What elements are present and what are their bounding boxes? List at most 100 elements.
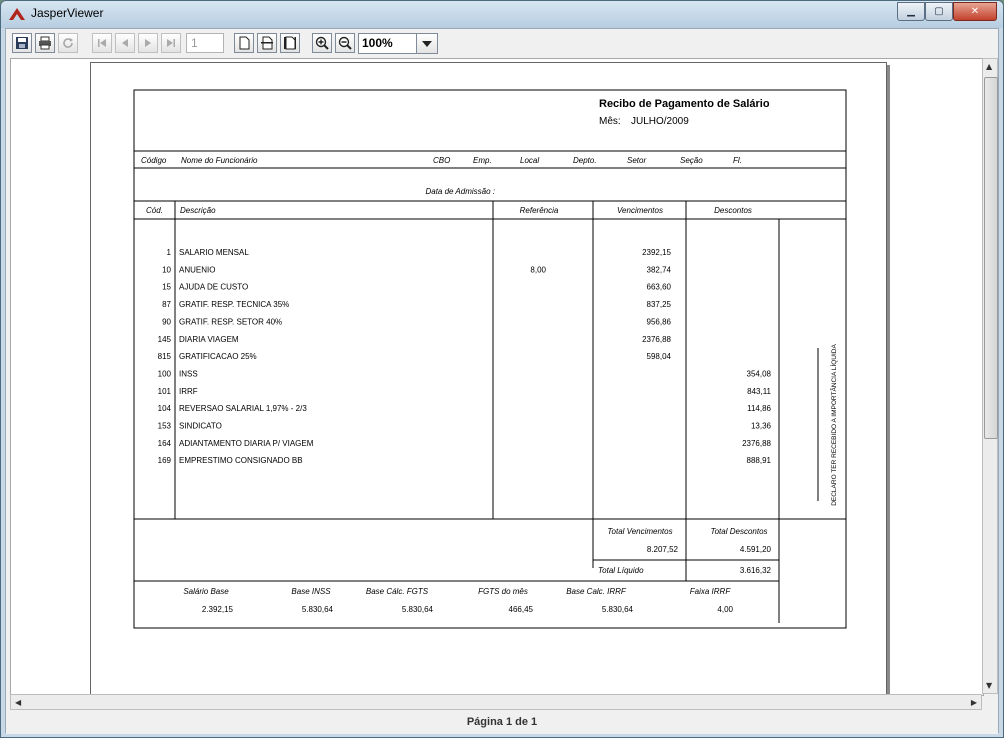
vertical-scroll-thumb[interactable] xyxy=(984,77,998,439)
employee-header-3: Emp. xyxy=(473,156,492,165)
maximize-button[interactable]: ▢ xyxy=(925,2,953,21)
next-page-button[interactable] xyxy=(138,33,158,53)
net-value: 3.616,32 xyxy=(740,566,772,575)
item-deduction: 13,36 xyxy=(751,422,772,431)
last-page-icon xyxy=(167,39,175,47)
item-code: 90 xyxy=(162,317,171,326)
item-deduction: 354,08 xyxy=(747,369,772,378)
header-deductions: Descontos xyxy=(714,206,752,215)
scroll-left-icon[interactable]: ◀ xyxy=(15,698,21,707)
fit-width-icon xyxy=(261,36,273,50)
zoom-value: 100% xyxy=(362,36,393,50)
month-value: JULHO/2009 xyxy=(631,116,689,127)
employee-header-8: Fl. xyxy=(733,156,742,165)
item-code: 87 xyxy=(162,300,171,309)
reload-icon xyxy=(63,38,73,48)
item-description: ANUENIO xyxy=(179,265,215,274)
base-label: Salário Base xyxy=(183,587,229,596)
item-description: SINDICATO xyxy=(179,422,222,431)
zoom-out-button[interactable] xyxy=(335,33,355,53)
item-deduction: 843,11 xyxy=(747,387,771,396)
employee-header-5: Depto. xyxy=(573,156,597,165)
total-earnings-value: 8.207,52 xyxy=(647,545,679,554)
fit-page-button[interactable] xyxy=(280,33,300,53)
scroll-up-icon[interactable]: ▲ xyxy=(986,62,992,71)
header-code: Cód. xyxy=(146,206,163,215)
zoom-select[interactable]: 100% xyxy=(358,33,438,54)
report-page: Recibo de Pagamento de Salário Mês: JULHO/… xyxy=(90,62,887,695)
item-code: 169 xyxy=(158,456,172,465)
item-code: 145 xyxy=(158,335,172,344)
actual-size-button[interactable] xyxy=(234,33,254,53)
zoom-dropdown-button[interactable] xyxy=(416,34,437,53)
previous-page-button[interactable] xyxy=(115,33,135,53)
first-page-button[interactable] xyxy=(92,33,112,53)
item-code: 101 xyxy=(158,387,172,396)
base-label: Base Cálc. FGTS xyxy=(366,587,429,596)
scroll-down-icon[interactable]: ▼ xyxy=(986,681,992,690)
item-code: 10 xyxy=(162,265,171,274)
save-icon xyxy=(16,37,28,49)
item-description: GRATIFICACAO 25% xyxy=(179,352,257,361)
minimize-button[interactable]: ▁ xyxy=(897,2,925,21)
printer-icon xyxy=(39,36,51,50)
base-value: 466,45 xyxy=(509,605,534,614)
item-code: 104 xyxy=(158,404,172,413)
item-description: DIARIA VIAGEM xyxy=(179,335,239,344)
page-icon xyxy=(239,36,250,50)
item-earning: 663,60 xyxy=(647,283,672,292)
month-label: Mês: xyxy=(599,116,621,127)
page-indicator: Página 1 de 1 xyxy=(466,716,538,728)
jasper-viewer-window: JasperViewer ▁ ▢ ✕ 1 100% Recibo de Paga… xyxy=(0,0,1004,738)
employee-header-0: Código xyxy=(141,156,167,165)
item-description: GRATIF. RESP. TECNICA 35% xyxy=(179,300,289,309)
item-code: 153 xyxy=(158,422,172,431)
zoom-out-icon xyxy=(338,36,352,50)
base-label: FGTS do mês xyxy=(478,587,528,596)
reload-button[interactable] xyxy=(58,33,78,53)
base-value: 5.830,64 xyxy=(402,605,434,614)
base-value: 5.830,64 xyxy=(302,605,334,614)
item-earning: 837,25 xyxy=(647,300,672,309)
report-title: Recibo de Pagamento de Salário xyxy=(599,98,770,110)
print-button[interactable] xyxy=(35,33,55,53)
page-number-input[interactable]: 1 xyxy=(186,33,224,53)
total-earnings-label: Total Vencimentos xyxy=(607,527,672,536)
previous-page-icon xyxy=(122,39,128,47)
item-code: 100 xyxy=(158,369,172,378)
first-page-icon xyxy=(98,39,106,47)
base-label: Base Calc. IRRF xyxy=(566,587,627,596)
item-description: IRRF xyxy=(179,387,198,396)
item-earning: 956,86 xyxy=(647,317,672,326)
last-page-button[interactable] xyxy=(161,33,181,53)
employee-header-7: Seção xyxy=(680,156,703,165)
fit-width-button[interactable] xyxy=(257,33,277,53)
item-code: 1 xyxy=(167,248,172,257)
total-deductions-value: 4.591,20 xyxy=(740,545,772,554)
maximize-icon: ▢ xyxy=(934,6,944,17)
vertical-scrollbar[interactable]: ▲ ▼ xyxy=(982,58,998,694)
item-deduction: 114,86 xyxy=(747,404,771,413)
item-description: SALARIO MENSAL xyxy=(179,248,249,257)
close-button[interactable]: ✕ xyxy=(953,2,997,21)
item-reference: 8,00 xyxy=(530,265,546,274)
title-bar[interactable]: JasperViewer ▁ ▢ ✕ xyxy=(1,1,1003,28)
item-deduction: 888,91 xyxy=(747,456,772,465)
header-earnings: Vencimentos xyxy=(617,206,663,215)
report-viewport[interactable]: Recibo de Pagamento de Salário Mês: JULHO/… xyxy=(10,58,984,696)
zoom-in-button[interactable] xyxy=(312,33,332,53)
base-value: 4,00 xyxy=(717,605,733,614)
admission-label: Data de Admissão : xyxy=(425,187,495,196)
item-description: INSS xyxy=(179,369,198,378)
next-page-icon xyxy=(145,39,151,47)
horizontal-scrollbar[interactable]: ◀ ▶ xyxy=(10,694,982,710)
fit-page-icon xyxy=(284,36,296,50)
net-label: Total Líquido xyxy=(598,566,644,575)
jasper-logo-icon xyxy=(9,8,25,20)
save-button[interactable] xyxy=(12,33,32,53)
item-description: ADIANTAMENTO DIARIA P/ VIAGEM xyxy=(179,439,314,448)
employee-header-1: Nome do Funcionário xyxy=(181,156,258,165)
scroll-right-icon[interactable]: ▶ xyxy=(971,698,977,707)
item-earning: 2392,15 xyxy=(642,248,671,257)
employee-header-6: Setor xyxy=(627,156,646,165)
